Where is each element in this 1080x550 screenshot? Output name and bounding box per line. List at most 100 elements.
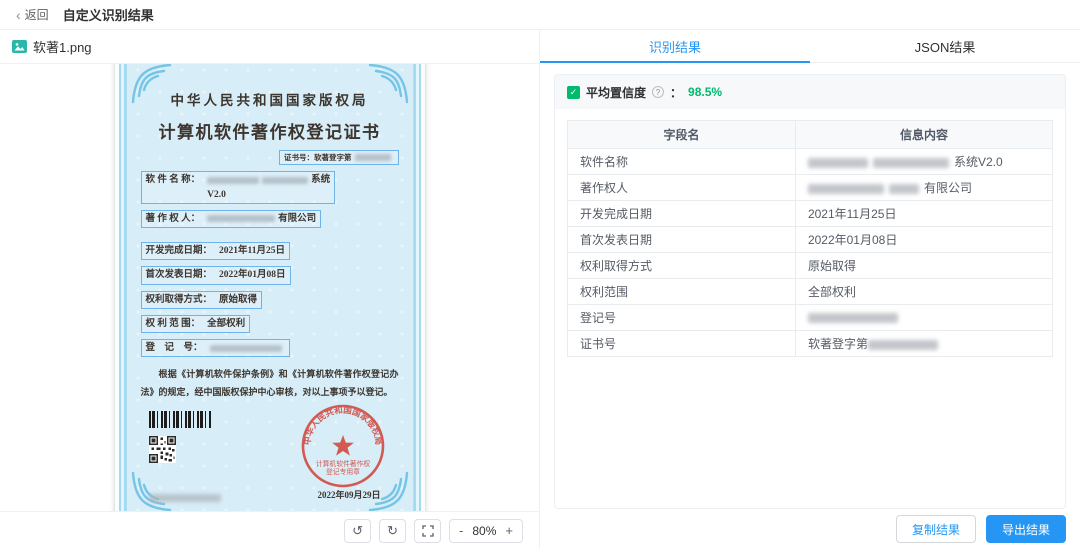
field-value-cell: 系统V2.0	[795, 149, 1052, 175]
field-name-cell: 著作权人	[568, 175, 796, 201]
value-text: 系统	[311, 175, 330, 185]
file-name: 软著1.png	[33, 37, 92, 56]
certificate-border: 中华人民共和国国家版权局 计算机软件著作权登记证书 证书号：软著登字第 软 件 …	[119, 64, 421, 511]
file-row: 软著1.png	[0, 30, 539, 64]
fullscreen-button[interactable]	[414, 519, 441, 543]
back-button[interactable]: ‹ 返回	[16, 6, 49, 23]
certificate-field-label: 软 件 名 称：	[146, 173, 201, 187]
copy-result-button[interactable]: 复制结果	[896, 515, 976, 543]
field-name-cell: 权利取得方式	[568, 253, 796, 279]
value-text: V2.0	[207, 190, 226, 200]
ocr-bounding-box: 软 件 名 称： 系统 V2.0	[141, 171, 336, 204]
value-text: 2021年11月25日	[219, 246, 285, 256]
certificate-field-line: 权 利 范 围： 全部权利	[141, 315, 399, 333]
image-viewport[interactable]: 中华人民共和国国家版权局 计算机软件著作权登记证书 证书号：软著登字第 软 件 …	[0, 64, 539, 511]
zoom-in-button[interactable]: +	[505, 524, 513, 537]
table-row: 软件名称系统V2.0	[568, 149, 1053, 175]
result-table-body: 软件名称系统V2.0著作权人有限公司开发完成日期2021年11月25日首次发表日…	[568, 149, 1053, 357]
certificate-field-label: 著 作 权 人：	[146, 212, 201, 226]
field-name-cell: 首次发表日期	[568, 227, 796, 253]
redacted-text	[207, 177, 259, 184]
corner-flourish-icon	[130, 64, 172, 104]
field-value-cell: 软著登字第	[795, 331, 1052, 357]
ocr-bounding-box: 登 记 号：	[141, 339, 290, 357]
redacted-text	[808, 184, 884, 194]
redacted-text	[262, 177, 308, 184]
certificate-field-label: 权 利 范 围：	[146, 317, 201, 331]
redacted-text	[873, 158, 949, 168]
table-row: 权利取得方式原始取得	[568, 253, 1053, 279]
header-field-value: 信息内容	[795, 121, 1052, 149]
redacted-text	[808, 158, 868, 168]
zoom-level: 80%	[472, 524, 496, 538]
field-name-cell: 权利范围	[568, 279, 796, 305]
main-split: 软著1.png	[0, 30, 1080, 549]
qr-code	[149, 436, 176, 463]
certificate-field-label: 开发完成日期：	[146, 244, 213, 258]
redacted-text	[207, 215, 275, 222]
help-icon[interactable]: ?	[652, 86, 664, 98]
field-value-cell: 2021年11月25日	[795, 201, 1052, 227]
field-name-cell: 开发完成日期	[568, 201, 796, 227]
ocr-bounding-box: 开发完成日期： 2021年11月25日	[141, 242, 291, 260]
image-file-icon	[12, 40, 27, 53]
certificate-field-label: 首次发表日期：	[146, 268, 213, 282]
rotate-left-button[interactable]: ↺	[344, 519, 371, 543]
certificate-field-line: 开发完成日期： 2021年11月25日	[141, 242, 399, 260]
table-row: 登记号	[568, 305, 1053, 331]
field-value-cell	[795, 305, 1052, 331]
top-bar: ‹ 返回 自定义识别结果	[0, 0, 1080, 30]
table-row: 首次发表日期2022年01月08日	[568, 227, 1053, 253]
result-footer: 复制结果 导出结果	[540, 509, 1080, 549]
ocr-bounding-box: 首次发表日期： 2022年01月08日	[141, 266, 291, 284]
value-text: 2021年11月25日	[808, 207, 897, 221]
field-value-cell: 原始取得	[795, 253, 1052, 279]
certificate-field-value: 系统 V2.0	[207, 173, 330, 202]
confidence-colon: ：	[670, 84, 682, 101]
back-label: 返回	[25, 6, 49, 23]
certificate-field-value: 2021年11月25日	[219, 244, 285, 258]
result-table: 字段名 信息内容 软件名称系统V2.0著作权人有限公司开发完成日期2021年11…	[567, 120, 1053, 357]
tab-json-result[interactable]: JSON结果	[810, 30, 1080, 62]
export-result-button[interactable]: 导出结果	[986, 515, 1066, 543]
redacted-text	[210, 345, 282, 352]
table-row: 证书号软著登字第	[568, 331, 1053, 357]
seal-text-line1: 计算机软件著作权	[315, 459, 370, 468]
certificate-field-label: 权利取得方式：	[146, 293, 213, 307]
certificate-field-line: 著 作 权 人： 有限公司	[141, 210, 399, 228]
certificate-field-value: 原始取得	[219, 293, 257, 307]
table-row: 开发完成日期 2021年11月25日	[568, 201, 1053, 227]
result-panel: 识别结果 JSON结果 ✓ 平均置信度 ? ： 98.5% 字段名	[540, 30, 1080, 549]
value-text: 软著登字第	[808, 337, 868, 351]
value-text: 全部权利	[808, 285, 856, 299]
result-table-wrap: 字段名 信息内容 软件名称系统V2.0著作权人有限公司开发完成日期2021年11…	[555, 109, 1065, 368]
viewer-toolbar: ↺ ↻ - 80% +	[0, 511, 539, 549]
certificate-field-line: 权利取得方式： 原始取得	[141, 291, 399, 309]
certificate-field-label: 登 记 号：	[146, 341, 203, 355]
table-row: 权利范围全部权利	[568, 279, 1053, 305]
certificate-field-value: 有限公司	[207, 212, 316, 226]
fullscreen-icon	[422, 525, 434, 537]
confidence-label: 平均置信度	[586, 84, 646, 101]
ocr-bounding-box: 著 作 权 人： 有限公司	[141, 210, 322, 228]
tab-recognition-result[interactable]: 识别结果	[540, 30, 810, 62]
value-text: 2022年01月08日	[219, 270, 286, 280]
field-name-cell: 证书号	[568, 331, 796, 357]
certificate-statement: 根据《计算机软件保护条例》和《计算机软件著作权登记办法》的规定，经中国版权保护中…	[141, 366, 399, 401]
certificate-field-line: 首次发表日期： 2022年01月08日	[141, 266, 399, 284]
rotate-right-button[interactable]: ↻	[379, 519, 406, 543]
ocr-bounding-box: 权利取得方式： 原始取得	[141, 291, 263, 309]
result-tabs: 识别结果 JSON结果	[540, 30, 1080, 63]
result-card: ✓ 平均置信度 ? ： 98.5% 字段名 信息内容 软件名	[554, 74, 1066, 509]
back-chevron-icon: ‹	[16, 8, 21, 22]
value-text: 全部权利	[207, 319, 245, 329]
field-value-cell: 有限公司	[795, 175, 1052, 201]
seal-text-line2: 登记专用章	[326, 467, 360, 476]
result-content: ✓ 平均置信度 ? ： 98.5% 字段名 信息内容 软件名	[540, 63, 1080, 509]
certificate-number-box: 证书号：软著登字第	[279, 150, 399, 165]
value-text: 有限公司	[924, 181, 972, 195]
ocr-bounding-box: 权 利 范 围： 全部权利	[141, 315, 251, 333]
redacted-text	[355, 154, 391, 161]
certificate-number-label: 证书号：软著登字第	[284, 152, 352, 163]
zoom-out-button[interactable]: -	[459, 524, 463, 537]
